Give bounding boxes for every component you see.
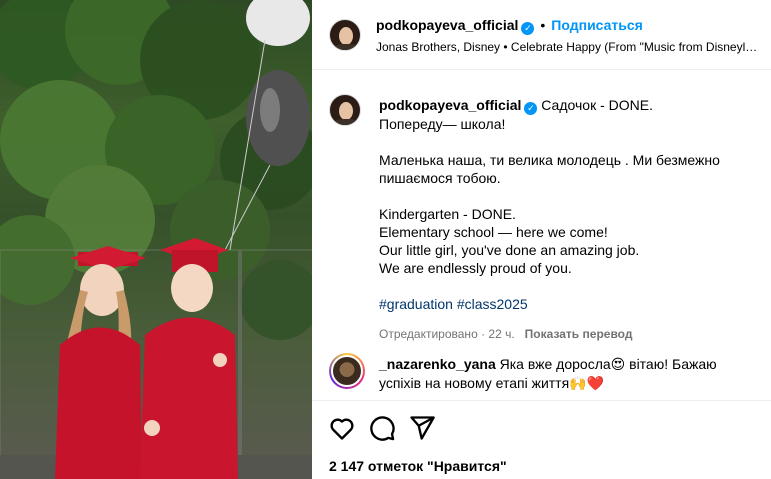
caption-username[interactable]: podkopayeva_official [379, 97, 521, 113]
verified-icon: ✓ [521, 22, 535, 35]
post-header: podkopayeva_official ✓ • Подписаться Jonas … [312, 0, 771, 70]
post-photo[interactable] [0, 0, 312, 479]
send-icon[interactable] [408, 414, 436, 442]
show-translation-button[interactable]: Показать перевод [525, 327, 633, 341]
caption-line: Попереду— школа! [379, 116, 506, 132]
verified-icon: ✓ [524, 102, 538, 115]
caption-line: Садочок - DONE. [541, 97, 653, 113]
photo-illustration [0, 0, 312, 479]
music-link[interactable]: Jonas Brothers, Disney • Celebrate Happy… [376, 40, 761, 54]
action-bar: 2 147 отметок "Нравится" [312, 400, 771, 479]
comment-text-block: _nazarenko_yana Яка вже доросла😍 вітаю! … [379, 355, 759, 393]
caption-line: Elementary school — here we come! [379, 224, 608, 240]
separator-dot: • [540, 17, 546, 33]
header-title-row: podkopayeva_official ✓ • Подписаться [376, 17, 643, 35]
post-panel: podkopayeva_official ✓ • Подписаться Jonas … [312, 0, 771, 479]
caption-meta: Отредактировано · 22 ч. Показать перевод [379, 325, 759, 343]
caption-avatar[interactable] [329, 94, 361, 126]
commenter-avatar[interactable] [329, 353, 365, 389]
likes-count[interactable]: 2 147 отметок "Нравится" [329, 458, 507, 474]
caption-line: Маленька наша, ти велика молодець . Ми б… [379, 152, 720, 186]
caption-line: Kindergarten - DONE. [379, 206, 516, 222]
comment-icon[interactable] [368, 414, 396, 442]
edited-timestamp: Отредактировано · 22 ч. [379, 327, 515, 341]
caption-line: Our little girl, you've done an amazing … [379, 242, 640, 258]
commenter-username[interactable]: _nazarenko_yana [379, 356, 496, 372]
caption-text: podkopayeva_official ✓ Садочок - DONE. По… [379, 96, 759, 343]
hashtags-link[interactable]: #graduation #class2025 [379, 295, 759, 313]
author-avatar[interactable] [329, 19, 361, 51]
heart-icon[interactable] [328, 414, 356, 442]
author-username[interactable]: podkopayeva_official [376, 17, 518, 33]
caption-line: We are endlessly proud of you. [379, 260, 572, 276]
follow-button[interactable]: Подписаться [551, 17, 643, 33]
